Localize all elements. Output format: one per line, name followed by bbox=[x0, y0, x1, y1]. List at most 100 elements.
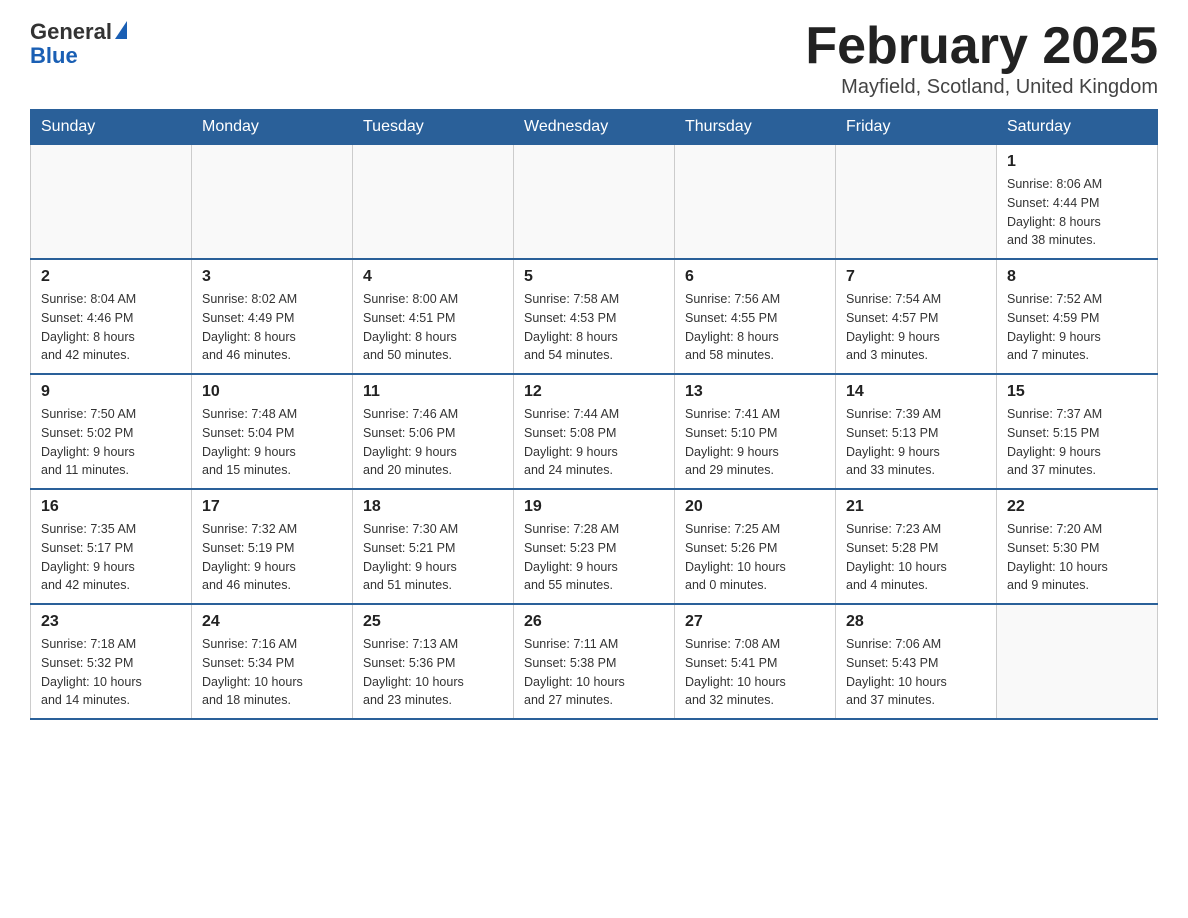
day-info: Sunrise: 8:04 AM Sunset: 4:46 PM Dayligh… bbox=[41, 290, 181, 365]
day-info: Sunrise: 7:54 AM Sunset: 4:57 PM Dayligh… bbox=[846, 290, 986, 365]
day-number: 18 bbox=[363, 498, 503, 516]
calendar-cell bbox=[997, 604, 1158, 719]
day-info: Sunrise: 7:39 AM Sunset: 5:13 PM Dayligh… bbox=[846, 405, 986, 480]
calendar-cell: 12 Sunrise: 7:44 AM Sunset: 5:08 PM Dayli… bbox=[514, 374, 675, 489]
calendar-cell: 13 Sunrise: 7:41 AM Sunset: 5:10 PM Dayli… bbox=[675, 374, 836, 489]
day-number: 25 bbox=[363, 613, 503, 631]
calendar-cell: 28 Sunrise: 7:06 AM Sunset: 5:43 PM Dayli… bbox=[836, 604, 997, 719]
day-number: 12 bbox=[524, 383, 664, 401]
calendar-cell: 10 Sunrise: 7:48 AM Sunset: 5:04 PM Dayli… bbox=[192, 374, 353, 489]
calendar-cell: 23 Sunrise: 7:18 AM Sunset: 5:32 PM Dayli… bbox=[31, 604, 192, 719]
weekday-header-monday: Monday bbox=[192, 110, 353, 145]
day-number: 10 bbox=[202, 383, 342, 401]
day-info: Sunrise: 7:35 AM Sunset: 5:17 PM Dayligh… bbox=[41, 520, 181, 595]
day-number: 16 bbox=[41, 498, 181, 516]
day-info: Sunrise: 7:44 AM Sunset: 5:08 PM Dayligh… bbox=[524, 405, 664, 480]
calendar-cell: 27 Sunrise: 7:08 AM Sunset: 5:41 PM Dayli… bbox=[675, 604, 836, 719]
day-number: 14 bbox=[846, 383, 986, 401]
day-number: 4 bbox=[363, 268, 503, 286]
title-block: February 2025 Mayfield, Scotland, United… bbox=[805, 20, 1158, 99]
calendar-cell: 19 Sunrise: 7:28 AM Sunset: 5:23 PM Dayli… bbox=[514, 489, 675, 604]
logo-triangle-icon bbox=[115, 21, 127, 39]
day-info: Sunrise: 8:06 AM Sunset: 4:44 PM Dayligh… bbox=[1007, 175, 1147, 250]
calendar-cell: 26 Sunrise: 7:11 AM Sunset: 5:38 PM Dayli… bbox=[514, 604, 675, 719]
day-info: Sunrise: 7:41 AM Sunset: 5:10 PM Dayligh… bbox=[685, 405, 825, 480]
calendar-cell: 25 Sunrise: 7:13 AM Sunset: 5:36 PM Dayli… bbox=[353, 604, 514, 719]
weekday-header-tuesday: Tuesday bbox=[353, 110, 514, 145]
weekday-header-row: SundayMondayTuesdayWednesdayThursdayFrid… bbox=[31, 110, 1158, 145]
calendar-week-5: 23 Sunrise: 7:18 AM Sunset: 5:32 PM Dayli… bbox=[31, 604, 1158, 719]
calendar-week-3: 9 Sunrise: 7:50 AM Sunset: 5:02 PM Daylig… bbox=[31, 374, 1158, 489]
day-number: 17 bbox=[202, 498, 342, 516]
day-number: 28 bbox=[846, 613, 986, 631]
day-info: Sunrise: 7:48 AM Sunset: 5:04 PM Dayligh… bbox=[202, 405, 342, 480]
day-info: Sunrise: 7:18 AM Sunset: 5:32 PM Dayligh… bbox=[41, 635, 181, 710]
calendar-cell: 1 Sunrise: 8:06 AM Sunset: 4:44 PM Daylig… bbox=[997, 145, 1158, 260]
calendar-cell bbox=[31, 145, 192, 260]
calendar-cell: 8 Sunrise: 7:52 AM Sunset: 4:59 PM Daylig… bbox=[997, 259, 1158, 374]
day-info: Sunrise: 7:06 AM Sunset: 5:43 PM Dayligh… bbox=[846, 635, 986, 710]
calendar-cell: 20 Sunrise: 7:25 AM Sunset: 5:26 PM Dayli… bbox=[675, 489, 836, 604]
day-info: Sunrise: 7:25 AM Sunset: 5:26 PM Dayligh… bbox=[685, 520, 825, 595]
day-number: 3 bbox=[202, 268, 342, 286]
day-info: Sunrise: 7:46 AM Sunset: 5:06 PM Dayligh… bbox=[363, 405, 503, 480]
calendar-cell: 15Sunrise: 7:37 AM Sunset: 5:15 PM Dayli… bbox=[997, 374, 1158, 489]
calendar-cell: 3 Sunrise: 8:02 AM Sunset: 4:49 PM Daylig… bbox=[192, 259, 353, 374]
day-info: Sunrise: 7:52 AM Sunset: 4:59 PM Dayligh… bbox=[1007, 290, 1147, 365]
calendar-cell: 14 Sunrise: 7:39 AM Sunset: 5:13 PM Dayli… bbox=[836, 374, 997, 489]
page-header: General Blue February 2025 Mayfield, Sco… bbox=[30, 20, 1158, 99]
day-info: Sunrise: 7:28 AM Sunset: 5:23 PM Dayligh… bbox=[524, 520, 664, 595]
calendar-cell: 2 Sunrise: 8:04 AM Sunset: 4:46 PM Daylig… bbox=[31, 259, 192, 374]
day-number: 6 bbox=[685, 268, 825, 286]
day-number: 1 bbox=[1007, 153, 1147, 171]
location-text: Mayfield, Scotland, United Kingdom bbox=[805, 76, 1158, 99]
month-title: February 2025 bbox=[805, 20, 1158, 72]
calendar-cell bbox=[836, 145, 997, 260]
day-number: 9 bbox=[41, 383, 181, 401]
day-info: Sunrise: 7:58 AM Sunset: 4:53 PM Dayligh… bbox=[524, 290, 664, 365]
day-number: 24 bbox=[202, 613, 342, 631]
day-info: Sunrise: 8:02 AM Sunset: 4:49 PM Dayligh… bbox=[202, 290, 342, 365]
calendar-week-1: 1 Sunrise: 8:06 AM Sunset: 4:44 PM Daylig… bbox=[31, 145, 1158, 260]
weekday-header-sunday: Sunday bbox=[31, 110, 192, 145]
day-info: Sunrise: 7:50 AM Sunset: 5:02 PM Dayligh… bbox=[41, 405, 181, 480]
calendar-week-2: 2 Sunrise: 8:04 AM Sunset: 4:46 PM Daylig… bbox=[31, 259, 1158, 374]
calendar-cell bbox=[192, 145, 353, 260]
calendar-cell bbox=[675, 145, 836, 260]
calendar-cell: 11 Sunrise: 7:46 AM Sunset: 5:06 PM Dayli… bbox=[353, 374, 514, 489]
day-number: 22 bbox=[1007, 498, 1147, 516]
day-info: Sunrise: 7:16 AM Sunset: 5:34 PM Dayligh… bbox=[202, 635, 342, 710]
day-number: 19 bbox=[524, 498, 664, 516]
calendar-cell: 5 Sunrise: 7:58 AM Sunset: 4:53 PM Daylig… bbox=[514, 259, 675, 374]
day-number: 5 bbox=[524, 268, 664, 286]
day-info: Sunrise: 7:13 AM Sunset: 5:36 PM Dayligh… bbox=[363, 635, 503, 710]
day-number: 7 bbox=[846, 268, 986, 286]
calendar-cell: 21Sunrise: 7:23 AM Sunset: 5:28 PM Dayli… bbox=[836, 489, 997, 604]
weekday-header-saturday: Saturday bbox=[997, 110, 1158, 145]
day-number: 27 bbox=[685, 613, 825, 631]
calendar-cell: 9 Sunrise: 7:50 AM Sunset: 5:02 PM Daylig… bbox=[31, 374, 192, 489]
day-info: Sunrise: 7:20 AM Sunset: 5:30 PM Dayligh… bbox=[1007, 520, 1147, 595]
day-number: 26 bbox=[524, 613, 664, 631]
day-info: Sunrise: 7:30 AM Sunset: 5:21 PM Dayligh… bbox=[363, 520, 503, 595]
day-info: Sunrise: 7:11 AM Sunset: 5:38 PM Dayligh… bbox=[524, 635, 664, 710]
calendar-cell: 6Sunrise: 7:56 AM Sunset: 4:55 PM Daylig… bbox=[675, 259, 836, 374]
calendar-cell: 24 Sunrise: 7:16 AM Sunset: 5:34 PM Dayli… bbox=[192, 604, 353, 719]
day-number: 21 bbox=[846, 498, 986, 516]
day-number: 23 bbox=[41, 613, 181, 631]
calendar-cell bbox=[514, 145, 675, 260]
calendar-cell: 4 Sunrise: 8:00 AM Sunset: 4:51 PM Daylig… bbox=[353, 259, 514, 374]
day-info: Sunrise: 8:00 AM Sunset: 4:51 PM Dayligh… bbox=[363, 290, 503, 365]
logo: General Blue bbox=[30, 20, 127, 68]
weekday-header-friday: Friday bbox=[836, 110, 997, 145]
day-info: Sunrise: 7:08 AM Sunset: 5:41 PM Dayligh… bbox=[685, 635, 825, 710]
day-number: 20 bbox=[685, 498, 825, 516]
day-info: Sunrise: 7:37 AM Sunset: 5:15 PM Dayligh… bbox=[1007, 405, 1147, 480]
day-number: 13 bbox=[685, 383, 825, 401]
calendar-cell: 22 Sunrise: 7:20 AM Sunset: 5:30 PM Dayli… bbox=[997, 489, 1158, 604]
day-number: 2 bbox=[41, 268, 181, 286]
weekday-header-thursday: Thursday bbox=[675, 110, 836, 145]
day-number: 8 bbox=[1007, 268, 1147, 286]
day-number: 11 bbox=[363, 383, 503, 401]
calendar-cell: 7 Sunrise: 7:54 AM Sunset: 4:57 PM Daylig… bbox=[836, 259, 997, 374]
